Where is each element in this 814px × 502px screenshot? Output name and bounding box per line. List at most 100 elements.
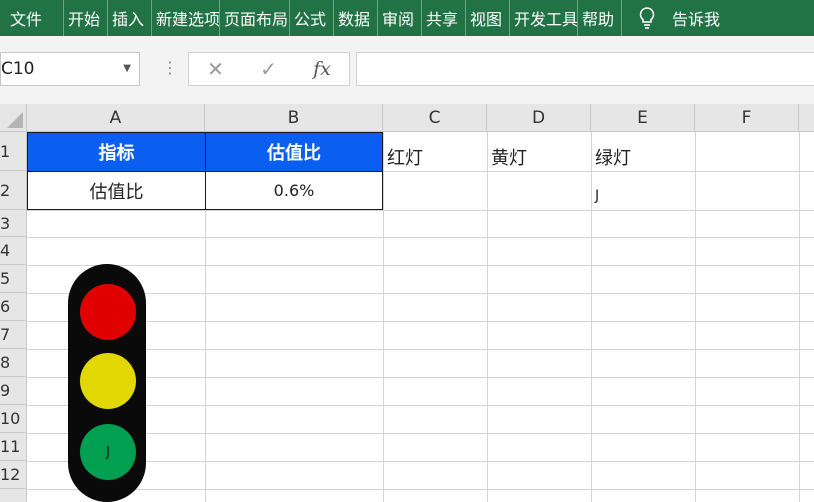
cell-b2[interactable]: 0.6%: [205, 171, 383, 210]
row-header-10[interactable]: 10: [0, 405, 27, 433]
column-header-e[interactable]: E: [591, 104, 695, 132]
tab-file[interactable]: 文件: [0, 0, 64, 36]
traffic-light-shape[interactable]: J: [68, 264, 146, 502]
green-lamp-symbol: J: [106, 444, 110, 460]
row-header-label: 6: [0, 297, 11, 316]
row-header-13[interactable]: [0, 489, 27, 502]
column-header-f[interactable]: F: [695, 104, 799, 132]
tab-review[interactable]: 审阅: [378, 0, 422, 36]
cell-d1[interactable]: 黄灯: [487, 142, 591, 172]
formula-bar-area: C10 ▼ ⋮ ✕ ✓ fx: [0, 36, 814, 104]
column-header-d[interactable]: D: [487, 104, 591, 132]
row-header-label: 9: [0, 381, 11, 400]
row-header-12[interactable]: 12: [0, 461, 27, 489]
row-header-label: 4: [0, 241, 11, 260]
gridline: [27, 237, 814, 238]
gridline: [383, 132, 384, 502]
column-header-label: D: [531, 107, 546, 128]
cancel-icon[interactable]: ✕: [207, 57, 224, 81]
tab-page-layout[interactable]: 页面布局: [220, 0, 290, 36]
row-header-label: 7: [0, 325, 11, 344]
tab-page-layout-label: 页面布局: [224, 10, 289, 29]
column-header-label: F: [741, 107, 752, 128]
tab-review-label: 审阅: [382, 10, 415, 29]
row-header-7[interactable]: 7: [0, 321, 27, 349]
column-header-g[interactable]: [799, 104, 814, 132]
column-header-label: E: [637, 107, 648, 128]
yellow-lamp: [80, 353, 136, 409]
cell-e2[interactable]: J: [591, 182, 695, 210]
drag-handle-icon[interactable]: ⋮: [162, 58, 178, 77]
row-header-3[interactable]: 3: [0, 210, 27, 237]
cell-a1[interactable]: 指标: [27, 132, 206, 172]
cell-b2-text: 0.6%: [273, 181, 315, 200]
cell-e2-text: J: [595, 188, 600, 204]
tab-view[interactable]: 视图: [466, 0, 510, 36]
tell-me-label: 告诉我: [672, 10, 721, 29]
gridline: [27, 489, 814, 490]
row-header-4[interactable]: 4: [0, 237, 27, 265]
tab-file-label: 文件: [10, 10, 43, 29]
cell-a2[interactable]: 估值比: [27, 171, 206, 210]
column-header-label: B: [287, 107, 300, 128]
tab-new-options[interactable]: 新建选项: [152, 0, 220, 36]
tab-data[interactable]: 数据: [334, 0, 378, 36]
row-header-2[interactable]: 2: [0, 171, 27, 210]
tab-help[interactable]: 帮助: [578, 0, 622, 36]
row-header-label: 12: [0, 465, 21, 484]
gridline: [27, 265, 814, 266]
cell-c1-text: 红灯: [387, 148, 423, 169]
select-all-button[interactable]: [0, 104, 27, 132]
gridline: [695, 132, 696, 502]
tab-share-label: 共享: [426, 10, 459, 29]
cell-e1-text: 绿灯: [595, 148, 631, 169]
row-header-5[interactable]: 5: [0, 265, 27, 293]
formula-input[interactable]: [356, 52, 814, 86]
gridline: [487, 132, 488, 502]
row-header-9[interactable]: 9: [0, 377, 27, 405]
tab-formulas[interactable]: 公式: [290, 0, 334, 36]
column-header-label: C: [428, 107, 441, 128]
column-header-a[interactable]: A: [27, 104, 205, 132]
lightbulb-icon: [638, 6, 656, 30]
column-header-c[interactable]: C: [383, 104, 487, 132]
tell-me[interactable]: 告诉我: [638, 6, 720, 30]
row-header-label: 11: [0, 437, 21, 456]
tab-insert[interactable]: 插入: [108, 0, 152, 36]
row-header-11[interactable]: 11: [0, 433, 27, 461]
row-header-label: 8: [0, 353, 11, 372]
name-box[interactable]: C10 ▼: [0, 52, 140, 86]
tab-help-label: 帮助: [582, 10, 615, 29]
cell-d1-text: 黄灯: [491, 148, 527, 169]
tab-share[interactable]: 共享: [422, 0, 466, 36]
cell-a2-text: 估值比: [89, 181, 144, 203]
tab-developer-label: 开发工具: [514, 10, 578, 29]
tab-developer[interactable]: 开发工具: [510, 0, 578, 36]
column-header-label: A: [109, 107, 122, 128]
cell-c1[interactable]: 红灯: [383, 142, 487, 172]
formula-buttons: ✕ ✓ fx: [188, 52, 350, 86]
column-header-b[interactable]: B: [205, 104, 383, 132]
cell-b1-text: 估值比: [267, 143, 321, 164]
cell-b1[interactable]: 估值比: [205, 132, 383, 172]
row-header-6[interactable]: 6: [0, 293, 27, 321]
enter-check-icon[interactable]: ✓: [260, 57, 277, 81]
gridline: [27, 210, 814, 211]
row-header-label: 5: [0, 269, 11, 288]
tab-insert-label: 插入: [112, 10, 145, 29]
gridline: [799, 132, 800, 502]
row-header-label: 2: [0, 180, 11, 200]
tab-home[interactable]: 开始: [64, 0, 108, 36]
cell-e1[interactable]: 绿灯: [591, 142, 695, 172]
tab-view-label: 视图: [470, 10, 503, 29]
chevron-down-icon[interactable]: ▼: [123, 63, 131, 74]
row-header-label: 1: [0, 141, 11, 161]
cell-a1-text: 指标: [98, 143, 135, 164]
row-header-label: 10: [0, 409, 21, 428]
row-header-1[interactable]: 1: [0, 132, 27, 171]
green-lamp: J: [80, 424, 136, 480]
insert-function-icon[interactable]: fx: [313, 58, 331, 80]
red-lamp: [80, 284, 136, 340]
tab-data-label: 数据: [338, 10, 371, 29]
row-header-8[interactable]: 8: [0, 349, 27, 377]
